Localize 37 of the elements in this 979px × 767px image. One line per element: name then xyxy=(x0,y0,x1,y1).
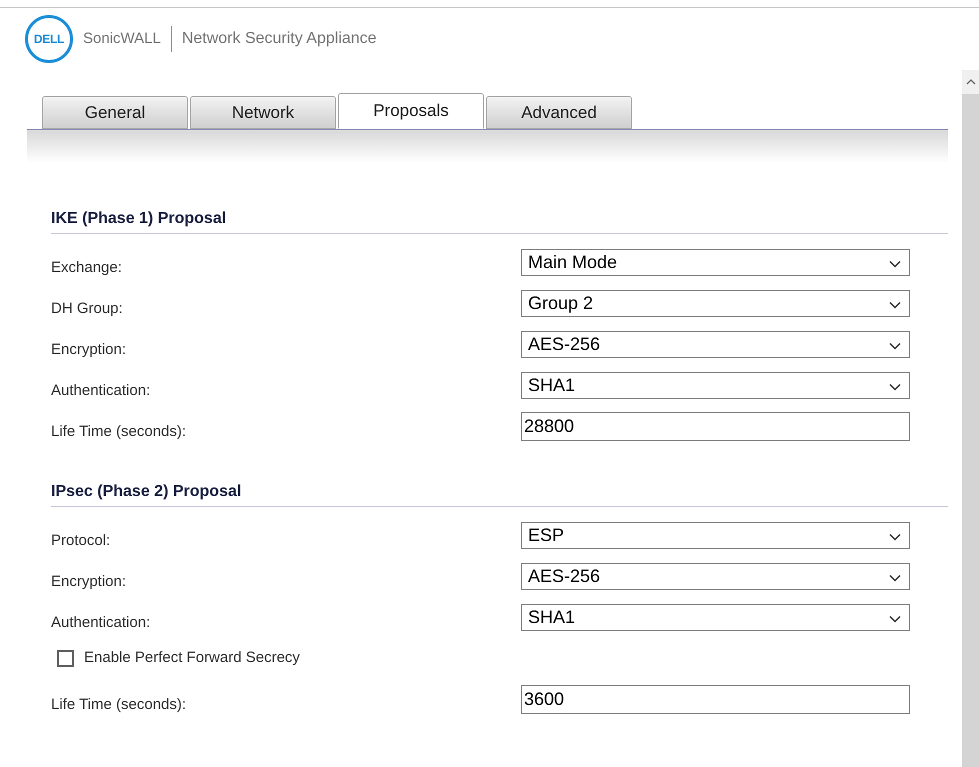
dropdown-field[interactable]: Main Mode xyxy=(521,249,910,276)
field-label: Authentication: xyxy=(51,613,152,634)
field-label: Encryption: xyxy=(51,572,128,592)
dropdown-field[interactable]: SHA1 xyxy=(521,372,910,399)
dropdown-field[interactable]: ESP xyxy=(521,522,910,549)
dropdown-field[interactable]: Group 2 xyxy=(521,290,910,317)
chevron-down-icon xyxy=(889,342,901,350)
dropdown-field[interactable]: AES-256 xyxy=(521,563,910,590)
checkbox[interactable] xyxy=(57,650,74,667)
chevron-down-icon xyxy=(889,533,901,541)
chevron-down-icon xyxy=(889,301,901,309)
product-name: Network Security Appliance xyxy=(182,29,377,49)
field-label: Protocol: xyxy=(51,531,112,552)
field-label: Life Time (seconds): xyxy=(51,695,188,716)
brand-name: SonicWALL xyxy=(83,28,161,49)
section-title: IPsec (Phase 2) Proposal xyxy=(51,480,948,507)
checkbox-option[interactable]: Enable Perfect Forward Secrecy xyxy=(57,647,300,670)
chevron-down-icon xyxy=(889,383,901,391)
field-label: Life Time (seconds): xyxy=(51,422,188,442)
tab[interactable]: Network xyxy=(190,96,336,129)
chevron-down-icon xyxy=(889,615,901,623)
tab[interactable]: General xyxy=(42,96,188,129)
field-label: Authentication: xyxy=(51,381,152,402)
logo-icon: DELL xyxy=(25,15,73,63)
dropdown-field[interactable]: SHA1 xyxy=(521,604,910,631)
field-label: Encryption: xyxy=(51,340,128,360)
tab[interactable]: Advanced xyxy=(486,96,632,129)
chevron-down-icon xyxy=(889,260,901,268)
field-label: Exchange: xyxy=(51,258,123,278)
scroll-up-icon[interactable] xyxy=(966,79,976,85)
input-field[interactable]: 3600 xyxy=(521,685,910,714)
dropdown-field[interactable]: AES-256 xyxy=(521,331,910,358)
section-title: IKE (Phase 1) Proposal xyxy=(51,207,948,234)
field-label: DH Group: xyxy=(51,299,124,320)
input-field[interactable]: 28800 xyxy=(521,412,910,441)
chevron-down-icon xyxy=(889,574,901,582)
tab[interactable]: Proposals xyxy=(338,93,484,129)
